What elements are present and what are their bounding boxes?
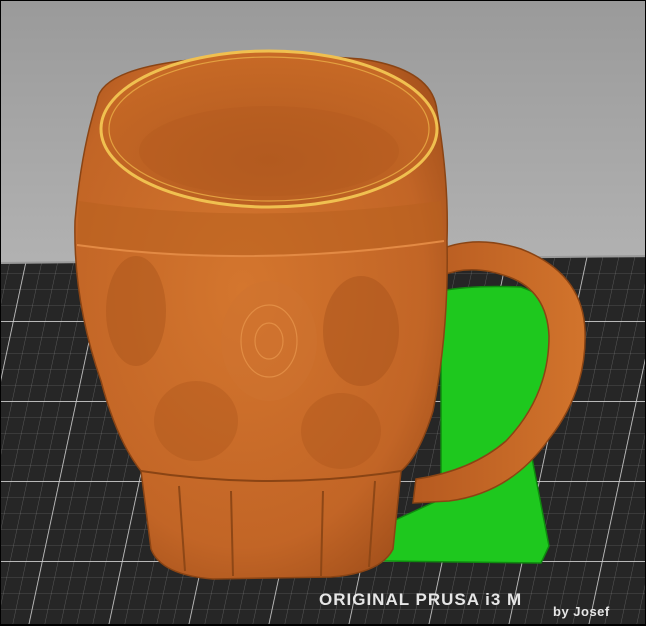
bed-brand-sublabel: by Josef <box>553 604 610 619</box>
3d-viewport[interactable]: ORIGINAL PRUSA i3 M by Josef <box>1 1 645 624</box>
bed-brand-label: ORIGINAL PRUSA i3 M <box>319 590 523 609</box>
print-preview-scene[interactable] <box>1 1 645 624</box>
mug-rim <box>99 49 439 209</box>
